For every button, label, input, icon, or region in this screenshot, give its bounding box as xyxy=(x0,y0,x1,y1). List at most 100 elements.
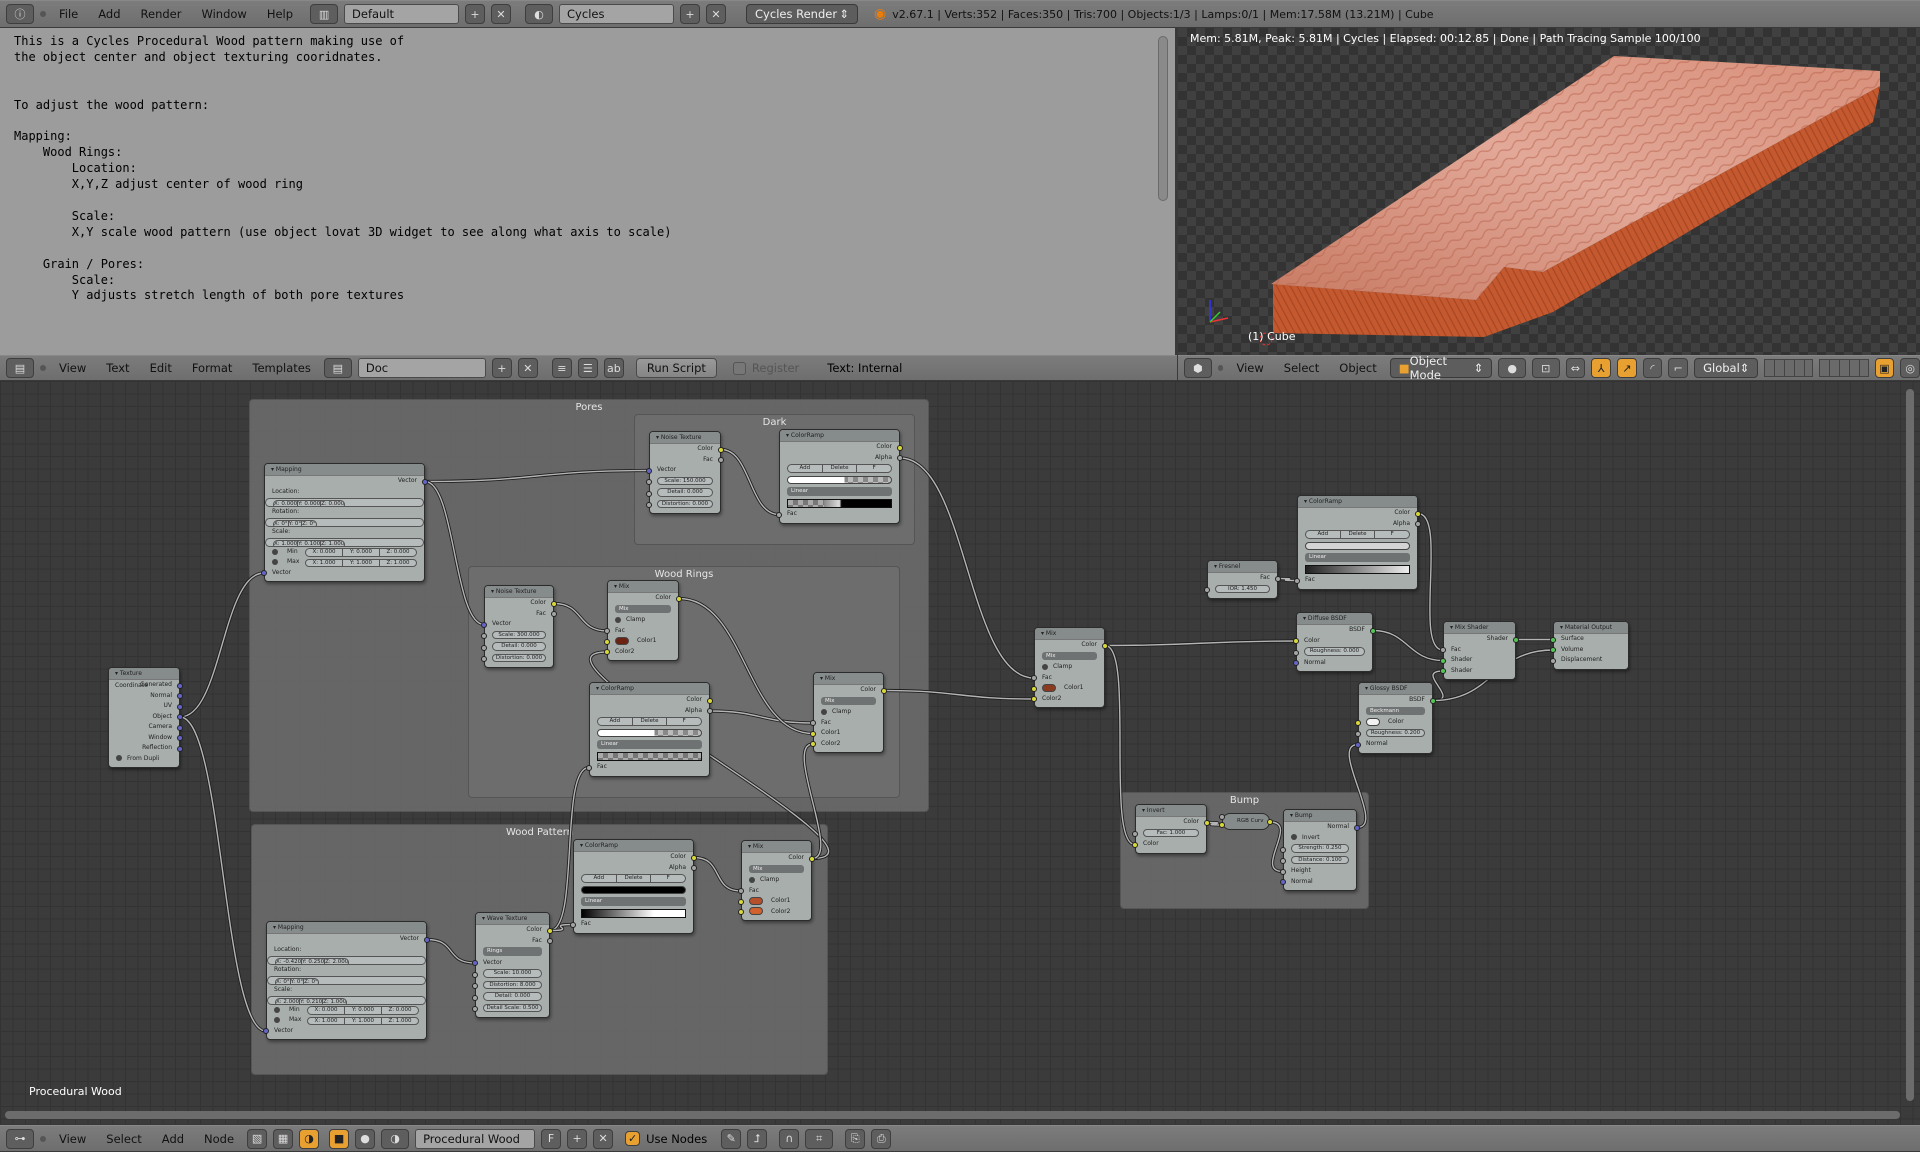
min-checkbox[interactable] xyxy=(272,548,278,555)
vector-field[interactable]: Add Delete F xyxy=(1305,530,1410,539)
menu-text[interactable]: Text xyxy=(99,361,136,375)
screen-layout-field[interactable]: Default xyxy=(344,4,460,24)
socket-color2[interactable] xyxy=(1031,696,1037,702)
socket-color[interactable] xyxy=(1355,719,1361,726)
texture-nodes-icon[interactable]: ▦ xyxy=(273,1128,294,1149)
text-scrollbar[interactable] xyxy=(1158,36,1168,201)
socket-fac[interactable] xyxy=(738,888,744,894)
component-field[interactable]: X: 0.000 xyxy=(306,549,343,556)
value-field[interactable]: Scale: 10.000 xyxy=(483,969,542,978)
socket-color1[interactable] xyxy=(738,898,744,905)
shader-nodes-icon[interactable]: ◑ xyxy=(299,1128,320,1149)
value-field[interactable]: Distortion: 0.000 xyxy=(492,653,546,662)
scene-field[interactable]: Cycles xyxy=(559,4,675,24)
node-header[interactable]: ▾ Noise Texture xyxy=(650,432,720,444)
socket-fac[interactable] xyxy=(1219,814,1225,820)
value-field[interactable]: Detail: 0.000 xyxy=(657,488,713,497)
node-rampDark[interactable]: ▾ ColorRamp Color Alpha Add Delete F Linear Fac xyxy=(776,429,903,524)
node-glossy[interactable]: ▾ Glossy BSDF BSDF Beckmann Color Roughness:… xyxy=(1355,682,1436,754)
socket-reflection[interactable] xyxy=(177,745,183,752)
socket-vector[interactable] xyxy=(424,936,430,943)
menu-view[interactable]: View xyxy=(52,1132,93,1146)
scale-manipulator-icon[interactable]: ◜ xyxy=(1642,358,1663,378)
node-header[interactable]: ▾ Diffuse BSDF xyxy=(1297,613,1372,625)
node-bump[interactable]: ▾ Bump Normal Invert Strength: 0.250 Distanc… xyxy=(1280,809,1360,891)
socket-distortion-8-000[interactable] xyxy=(472,983,478,989)
menu-help[interactable]: Help xyxy=(260,7,300,21)
node-output[interactable]: ▾ Material Output Surface Volume Displaceme… xyxy=(1550,621,1629,670)
node-dropdown[interactable]: Linear xyxy=(597,740,702,749)
component-field[interactable]: Y: 0.000 xyxy=(345,1007,382,1014)
socket-color[interactable] xyxy=(809,855,815,862)
node-rampRight[interactable]: ▾ ColorRamp Color Alpha Add Delete F Linear Fac xyxy=(1294,495,1421,590)
node-mapping1[interactable]: ▾ Mapping Vector Location: X: 0.000 Y: 0.000… xyxy=(261,463,428,582)
ramp-delete-button[interactable]: Delete xyxy=(617,875,652,882)
socket-strength-0-250[interactable] xyxy=(1280,846,1286,853)
component-field[interactable]: Y: 1.000 xyxy=(345,1017,382,1024)
socket-color[interactable] xyxy=(1219,822,1225,828)
socket-color[interactable] xyxy=(551,600,557,607)
socket-displacement[interactable] xyxy=(1550,657,1556,664)
socket-color2[interactable] xyxy=(604,649,610,655)
fake-user-button[interactable]: F xyxy=(541,1128,562,1149)
word-wrap-toggle-icon[interactable]: ☰ xyxy=(577,358,598,378)
add-scene-icon[interactable]: + xyxy=(680,4,701,24)
socket-roughness-0-200[interactable] xyxy=(1355,731,1361,737)
value-field[interactable]: IOR: 1.450 xyxy=(1215,584,1270,593)
vector-field[interactable]: X: 0.000 Y: 0.000 Z: 0.000 xyxy=(305,548,417,557)
socket-vector[interactable] xyxy=(261,570,267,576)
socket-color1[interactable] xyxy=(810,730,816,737)
node-header[interactable]: ▾ Noise Texture xyxy=(485,586,553,598)
node-fresnel[interactable]: ▾ Fresnel Fac IOR: 1.450 xyxy=(1204,560,1281,599)
node-dropdown[interactable]: Mix xyxy=(1042,651,1097,660)
node-header[interactable]: ▾ ColorRamp xyxy=(780,430,899,442)
max-checkbox[interactable] xyxy=(274,1017,280,1024)
socket-alpha[interactable] xyxy=(897,455,903,461)
socket-color[interactable] xyxy=(1267,819,1273,825)
socket-color[interactable] xyxy=(1415,510,1421,517)
value-field[interactable]: Detail Scale: 0.500 xyxy=(483,1003,542,1012)
checkbox[interactable] xyxy=(116,755,122,761)
transform-orientation-icon[interactable]: ⌐ xyxy=(1668,358,1689,378)
socket-roughness-0-000[interactable] xyxy=(1293,649,1299,656)
socket-alpha[interactable] xyxy=(707,708,713,714)
manipulator-toggle-icon[interactable]: ⇔ xyxy=(1565,358,1586,378)
component-field[interactable]: X: 0.000 xyxy=(308,1007,345,1014)
component-field[interactable]: Z: 0.000 xyxy=(380,549,416,556)
socket-normal[interactable] xyxy=(177,693,183,699)
ramp-active-color[interactable] xyxy=(581,885,686,894)
ramp-delete-button[interactable]: Delete xyxy=(1341,531,1376,538)
socket-scale-10-000[interactable] xyxy=(472,971,478,978)
unlink-text-icon[interactable]: ✕ xyxy=(517,358,538,378)
socket-normal[interactable] xyxy=(1355,741,1361,748)
text-datablock-icon[interactable]: ▤ xyxy=(323,358,352,378)
use-nodes-checkbox[interactable]: ✓ xyxy=(625,1131,641,1146)
render-engine-dropdown[interactable]: Cycles Render ⇕ xyxy=(746,4,859,24)
menu-templates[interactable]: Templates xyxy=(245,361,317,375)
copy-nodes-icon[interactable]: ⎘ xyxy=(845,1128,866,1149)
socket-fac[interactable] xyxy=(776,511,782,518)
new-text-icon[interactable]: + xyxy=(491,358,512,378)
socket-color[interactable] xyxy=(1102,642,1108,649)
node-noiseWR[interactable]: ▾ Noise Texture Color Fac Vector Scale: 300.… xyxy=(481,585,557,668)
node-curves[interactable]: RGB Curv xyxy=(1219,813,1273,830)
snap-toggle-icon[interactable]: ∩ xyxy=(779,1128,800,1149)
socket-bsdf[interactable] xyxy=(1430,697,1436,704)
unlink-material-icon[interactable]: ✕ xyxy=(593,1128,614,1149)
vector-field[interactable]: Add Delete F xyxy=(787,464,892,473)
socket-color1[interactable] xyxy=(1031,685,1037,692)
value-field[interactable]: Fac: 1.000 xyxy=(1143,828,1199,837)
menu-object[interactable]: Object xyxy=(1332,361,1383,375)
menu-select[interactable]: Select xyxy=(1277,361,1326,375)
socket-camera[interactable] xyxy=(177,724,183,731)
remove-scene-icon[interactable]: ✕ xyxy=(706,4,727,24)
node-header[interactable]: ▾ ColorRamp xyxy=(590,683,709,695)
parent-tree-icon[interactable]: ⮥ xyxy=(747,1128,768,1149)
socket-fac[interactable] xyxy=(586,764,592,771)
checkbox[interactable] xyxy=(821,708,827,715)
node-editor[interactable]: Pores Dark Wood Rings Wood Pattern Bump ▾ Te… xyxy=(0,381,1920,1124)
render-preview-icon[interactable]: ◎ xyxy=(1900,358,1920,378)
value-field[interactable]: Distortion: 0.000 xyxy=(657,499,713,508)
menu-render[interactable]: Render xyxy=(134,7,189,21)
material-name-field[interactable]: Procedural Wood xyxy=(415,1128,536,1149)
